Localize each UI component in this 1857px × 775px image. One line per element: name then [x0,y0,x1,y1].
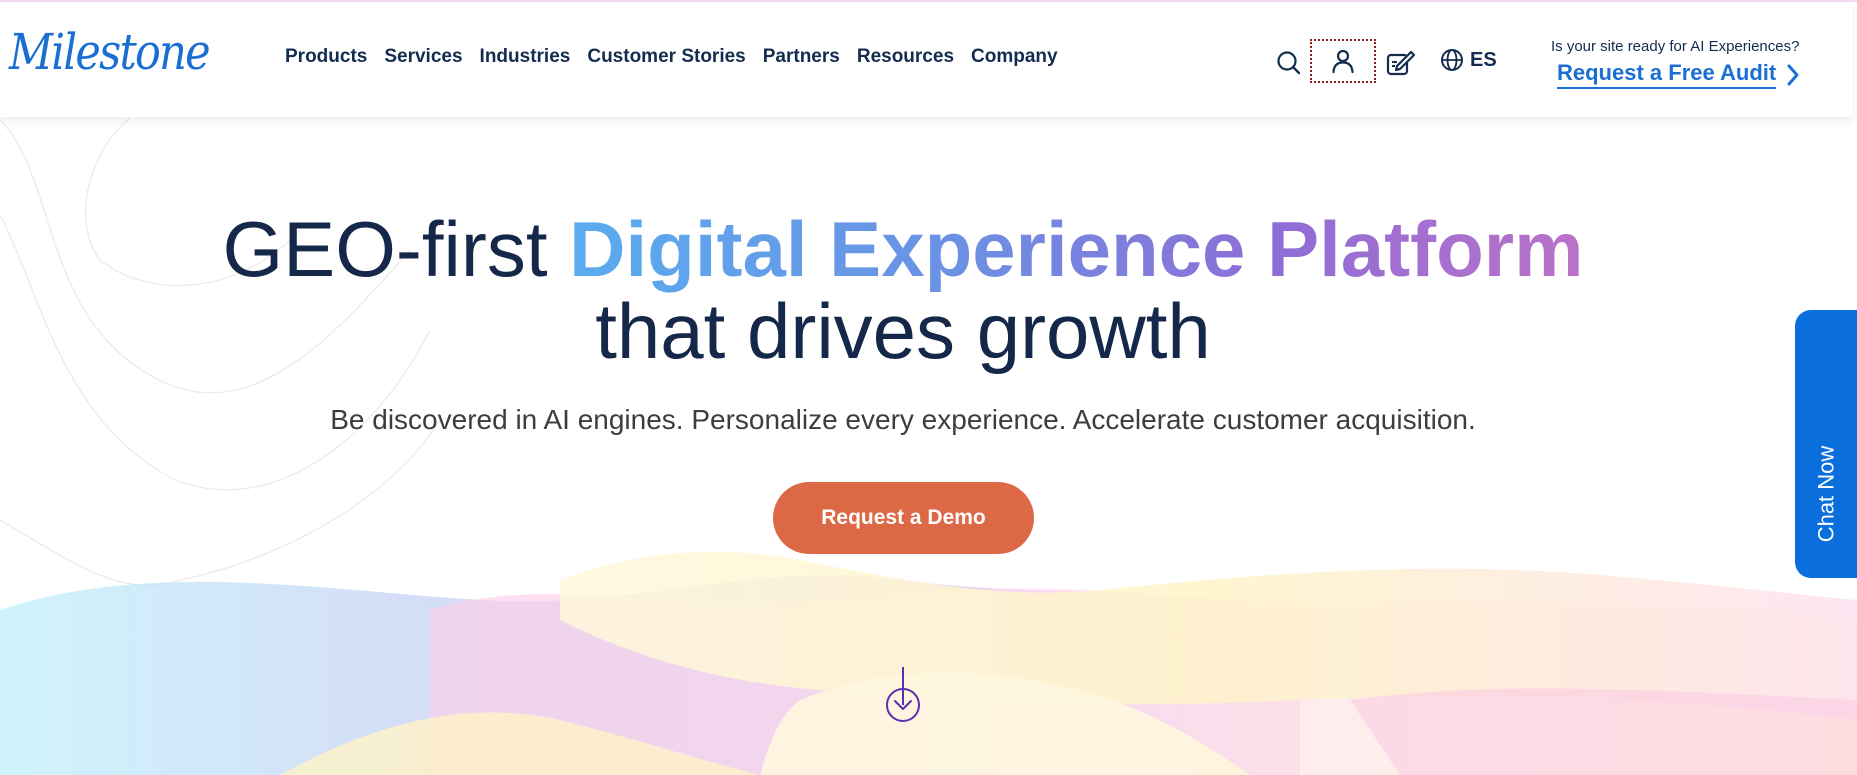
nav-item-products[interactable]: Products [285,46,367,68]
hero-title: GEO-first Digital Experience Platform th… [0,208,1806,372]
hero-title-highlight: Digital Experience Platform [569,205,1584,293]
page: Milestone Products Services Industries C… [0,0,1857,775]
blog-button[interactable] [1384,46,1418,80]
audit-question: Is your site ready for AI Experiences? [1551,38,1800,55]
search-icon [1277,51,1301,75]
request-audit-link[interactable]: Request a Free Audit [1557,60,1800,89]
hero-title-prefix: GEO-first [222,205,570,293]
nav-item-industries[interactable]: Industries [480,46,571,68]
chat-now-label: Chat Now [1813,445,1838,543]
nav-item-customer-stories[interactable]: Customer Stories [587,46,745,68]
account-button[interactable] [1310,39,1376,83]
language-label: ES [1470,48,1497,71]
globe-icon [1441,49,1463,71]
nav-item-services[interactable]: Services [384,46,462,68]
site-header: Milestone Products Services Industries C… [0,2,1852,117]
search-button[interactable] [1272,46,1306,80]
request-demo-button[interactable]: Request a Demo [773,482,1034,554]
hero-subtitle: Be discovered in AI engines. Personalize… [330,404,1476,435]
nav-item-partners[interactable]: Partners [763,46,840,68]
request-audit-label: Request a Free Audit [1557,60,1777,89]
user-icon [1332,49,1354,74]
nav-item-resources[interactable]: Resources [857,46,954,68]
chevron-right-icon [1787,64,1799,85]
scroll-down-icon[interactable] [883,665,923,725]
edit-icon [1386,50,1416,76]
milestone-logo[interactable]: Milestone [9,22,211,82]
language-switcher[interactable]: ES [1440,48,1497,72]
main-nav: Products Services Industries Customer St… [285,46,1075,68]
nav-item-company[interactable]: Company [971,46,1058,68]
chat-now-button[interactable]: Chat Now [1795,310,1857,578]
hero-title-line2: that drives growth [595,287,1211,375]
